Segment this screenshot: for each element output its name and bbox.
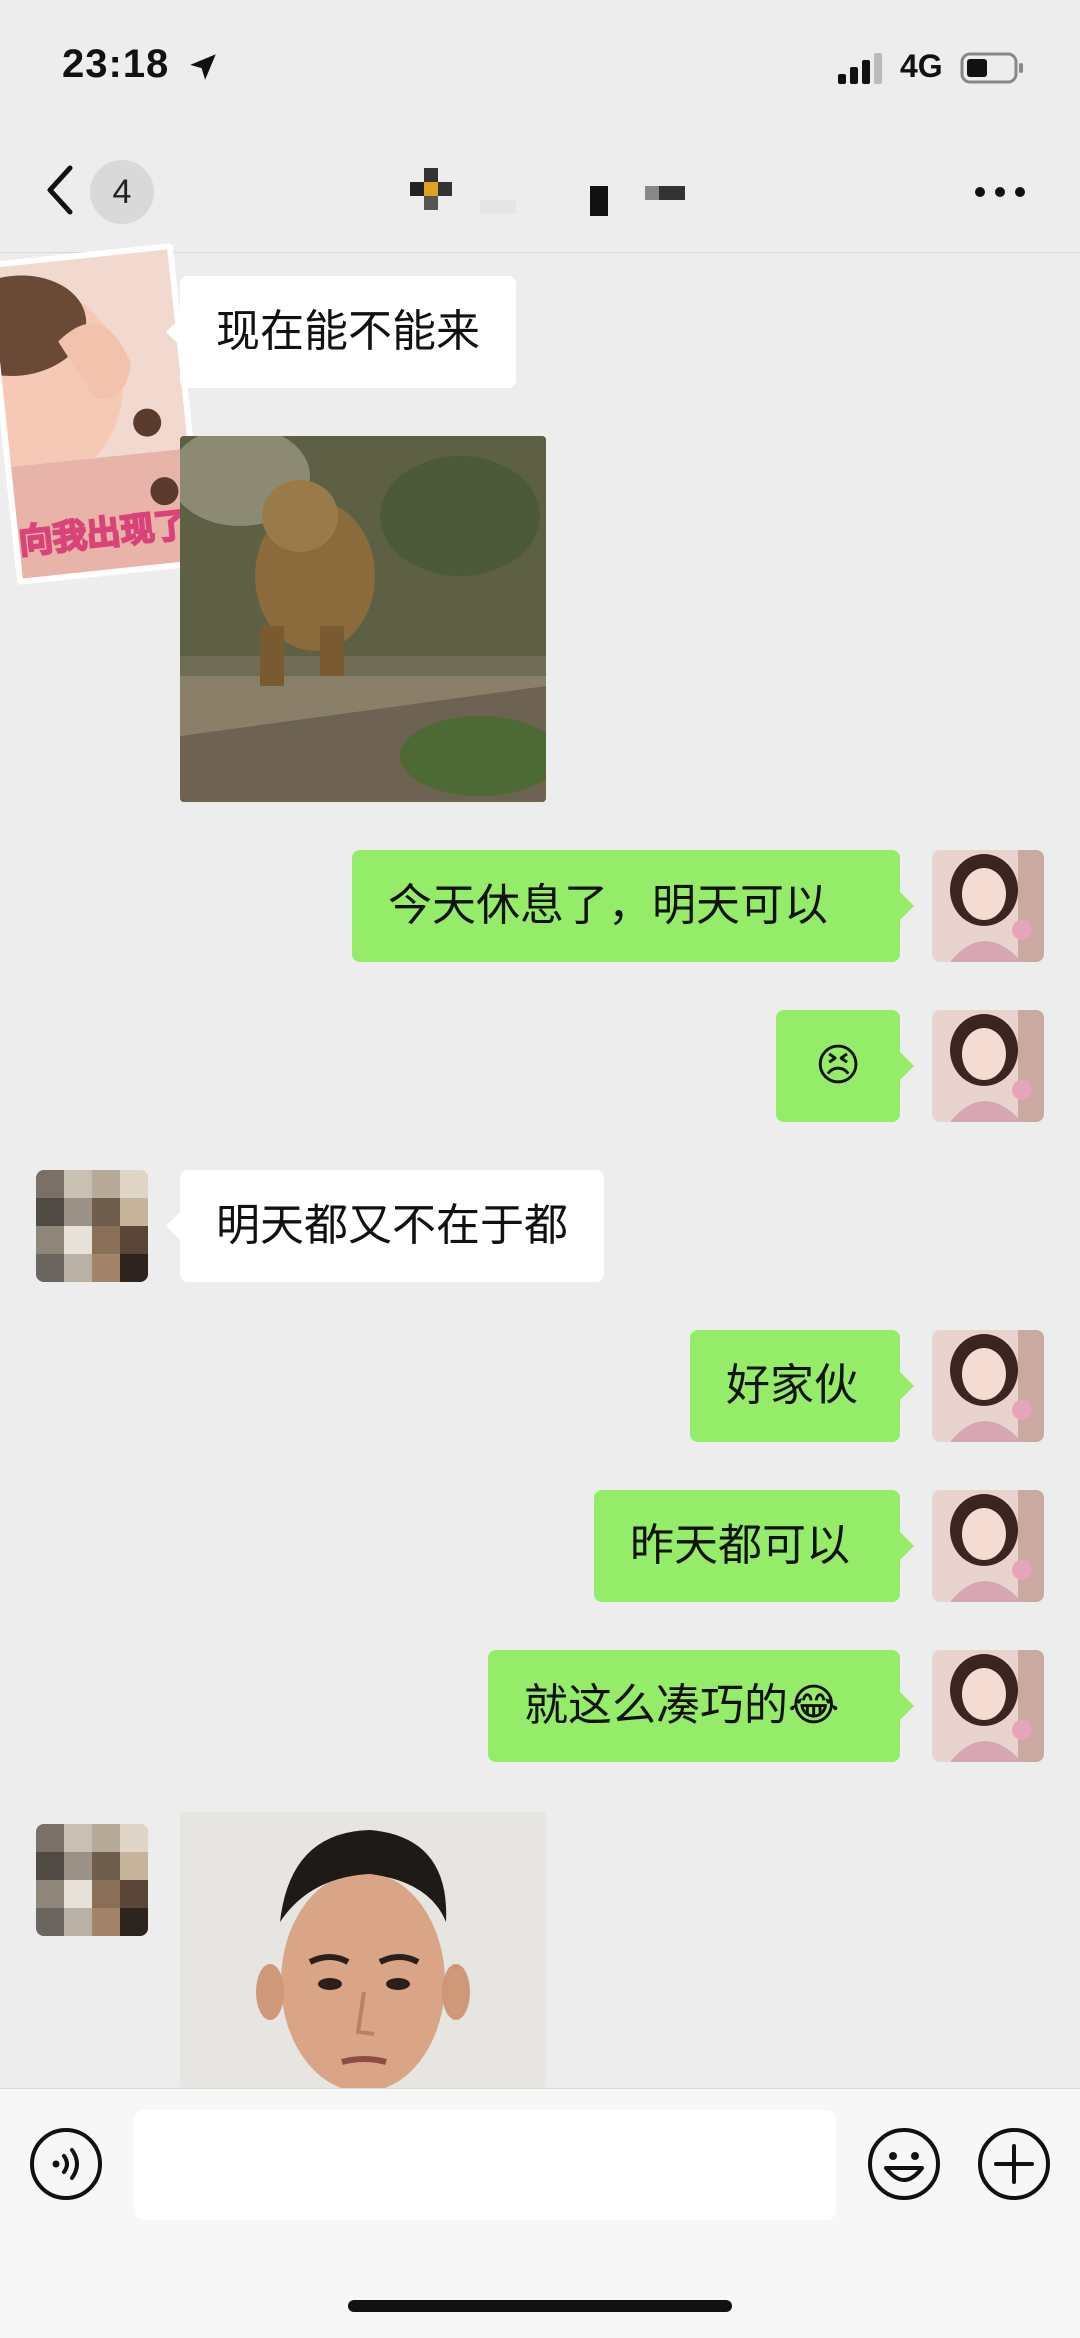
battery-icon (960, 52, 1023, 84)
contact-avatar-art (36, 1824, 148, 1936)
contact-avatar-art (36, 1170, 148, 1282)
message-bubble-incoming[interactable]: 明天都又不在于都 (166, 1170, 604, 1282)
message-bubble-incoming[interactable]: 现在能不能来 (166, 276, 516, 388)
self-avatar-art (932, 1010, 1044, 1122)
self-avatar-art (932, 850, 1044, 962)
network-type-label: 4G (900, 48, 943, 84)
message-input[interactable] (134, 2110, 836, 2220)
emoji-icon[interactable] (866, 2126, 942, 2202)
photo-man (180, 1812, 546, 2088)
self-avatar[interactable] (932, 1650, 1044, 1762)
chat-title[interactable] (400, 168, 700, 224)
sticker-image[interactable]: 向我出现了 (0, 242, 207, 586)
self-avatar[interactable] (932, 1330, 1044, 1442)
message-bubble-outgoing[interactable]: 😣 (776, 1010, 914, 1122)
self-avatar[interactable] (932, 1490, 1044, 1602)
contact-avatar[interactable] (36, 1170, 148, 1282)
plus-icon[interactable] (976, 2126, 1052, 2202)
photo-message[interactable] (180, 436, 546, 802)
self-avatar-art (932, 1650, 1044, 1762)
unread-count-badge[interactable]: 4 (90, 160, 154, 224)
chevron-left-icon[interactable] (40, 160, 80, 220)
message-bubble-outgoing[interactable]: 好家伙 (690, 1330, 914, 1442)
self-avatar[interactable] (932, 850, 1044, 962)
message-bubble-outgoing[interactable]: 就这么凑巧的😂 (488, 1650, 914, 1762)
more-icon[interactable] (970, 172, 1030, 212)
self-avatar-art (932, 1330, 1044, 1442)
voice-icon[interactable] (28, 2126, 104, 2202)
location-arrow-icon (190, 54, 216, 80)
self-avatar[interactable] (932, 1010, 1044, 1122)
self-avatar-art (932, 1490, 1044, 1602)
signal-bars-icon (838, 53, 882, 84)
contact-avatar[interactable] (36, 1824, 148, 1936)
status-time: 23:18 (62, 42, 170, 86)
home-indicator[interactable] (348, 2300, 732, 2312)
photo-monkey (180, 436, 546, 802)
message-bubble-outgoing[interactable]: 今天休息了，明天可以 (352, 850, 914, 962)
photo-message[interactable] (180, 1812, 546, 2088)
message-bubble-outgoing[interactable]: 昨天都可以 (594, 1490, 914, 1602)
